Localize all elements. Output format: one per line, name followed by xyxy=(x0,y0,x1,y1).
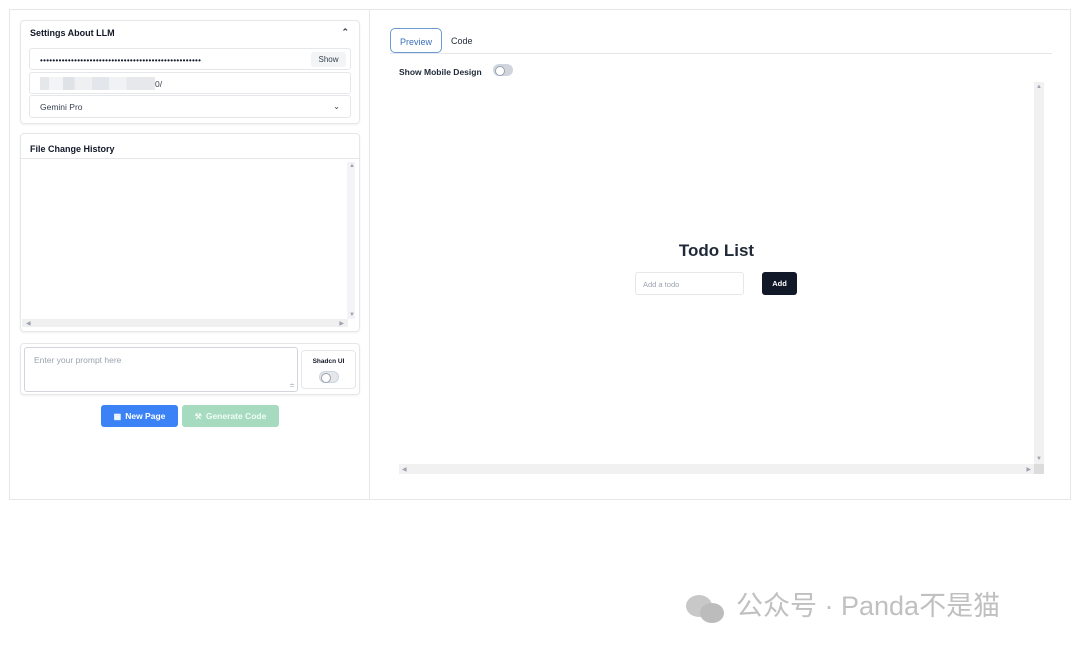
chevron-down-icon: ⌄ xyxy=(333,102,340,111)
right-panel: Preview Code Show Mobile Design Todo Lis… xyxy=(371,10,1071,499)
scroll-up-icon[interactable]: ▲ xyxy=(1036,84,1042,90)
settings-header[interactable]: Settings About LLM ⌃ xyxy=(21,21,359,47)
scroll-down-icon[interactable]: ▼ xyxy=(349,312,355,318)
prompt-textarea[interactable]: Enter your prompt here ≐ xyxy=(24,347,298,392)
app-window: Settings About LLM ⌃ •••••••••••••••••••… xyxy=(9,9,1071,500)
show-key-button[interactable]: Show xyxy=(311,52,346,67)
tab-preview[interactable]: Preview xyxy=(390,28,442,53)
model-value: Gemini Pro xyxy=(40,102,83,112)
preview-horizontal-scrollbar[interactable]: ◀ ▶ xyxy=(399,464,1034,474)
mobile-design-toggle[interactable] xyxy=(493,64,513,76)
preview-frame: Todo List Add a todo Add ▲ ▼ ◀ ▶ xyxy=(399,82,1044,474)
generate-code-button[interactable]: ⚒ Generate Code xyxy=(182,405,279,427)
shadcn-toggle[interactable] xyxy=(318,371,339,383)
model-select[interactable]: Gemini Pro ⌄ xyxy=(29,95,351,118)
scrollbar-corner xyxy=(1034,464,1044,474)
scroll-left-icon[interactable]: ◀ xyxy=(402,466,407,473)
base-url-tail: 0/ xyxy=(155,79,163,89)
history-vertical-scrollbar[interactable]: ▲ ▼ xyxy=(347,162,355,319)
prompt-card: Enter your prompt here ≐ Shadcn UI xyxy=(20,343,360,395)
wechat-icon xyxy=(686,593,726,623)
prompt-placeholder: Enter your prompt here xyxy=(34,355,122,365)
generate-code-label: Generate Code xyxy=(205,411,267,421)
folder-plus-icon: ▦ xyxy=(113,412,122,421)
tab-code[interactable]: Code xyxy=(451,36,473,46)
mobile-design-label: Show Mobile Design xyxy=(399,67,482,77)
file-history-card: File Change History ▲ ▼ ◀ ▶ xyxy=(20,133,360,332)
new-page-button[interactable]: ▦ New Page xyxy=(101,405,178,427)
shadcn-label: Shadcn UI xyxy=(312,358,345,365)
api-key-value: ••••••••••••••••••••••••••••••••••••••••… xyxy=(40,56,202,65)
preview-vertical-scrollbar[interactable]: ▲ ▼ xyxy=(1034,82,1044,464)
chevron-up-icon[interactable]: ⌃ xyxy=(341,27,349,38)
todo-add-button[interactable]: Add xyxy=(762,272,797,295)
blurred-url xyxy=(40,77,155,90)
scroll-left-icon[interactable]: ◀ xyxy=(26,320,31,327)
scroll-down-icon[interactable]: ▼ xyxy=(1036,456,1042,462)
settings-title: Settings About LLM xyxy=(30,28,115,38)
todo-title: Todo List xyxy=(678,241,755,260)
scroll-right-icon[interactable]: ▶ xyxy=(339,320,344,327)
tab-divider xyxy=(390,53,1052,54)
left-panel: Settings About LLM ⌃ •••••••••••••••••••… xyxy=(10,10,370,499)
llm-settings-card: Settings About LLM ⌃ •••••••••••••••••••… xyxy=(20,20,360,124)
scroll-up-icon[interactable]: ▲ xyxy=(349,163,355,169)
base-url-field[interactable]: 0/ xyxy=(29,72,351,94)
new-page-label: New Page xyxy=(125,411,166,421)
scroll-right-icon[interactable]: ▶ xyxy=(1026,466,1031,473)
shadcn-option: Shadcn UI xyxy=(301,350,356,389)
history-title: File Change History xyxy=(21,134,359,159)
api-key-field[interactable]: ••••••••••••••••••••••••••••••••••••••••… xyxy=(29,48,351,70)
watermark-text: 公众号 · Panda不是猫 xyxy=(736,591,1001,621)
todo-input[interactable]: Add a todo xyxy=(635,272,744,295)
watermark: 公众号 · Panda不是猫 xyxy=(686,584,1000,623)
resize-grip-icon[interactable]: ≐ xyxy=(289,382,295,390)
history-horizontal-scrollbar[interactable]: ◀ ▶ xyxy=(22,319,348,327)
history-list[interactable]: ▲ ▼ ◀ ▶ xyxy=(22,162,358,329)
wrench-icon: ⚒ xyxy=(194,412,202,421)
